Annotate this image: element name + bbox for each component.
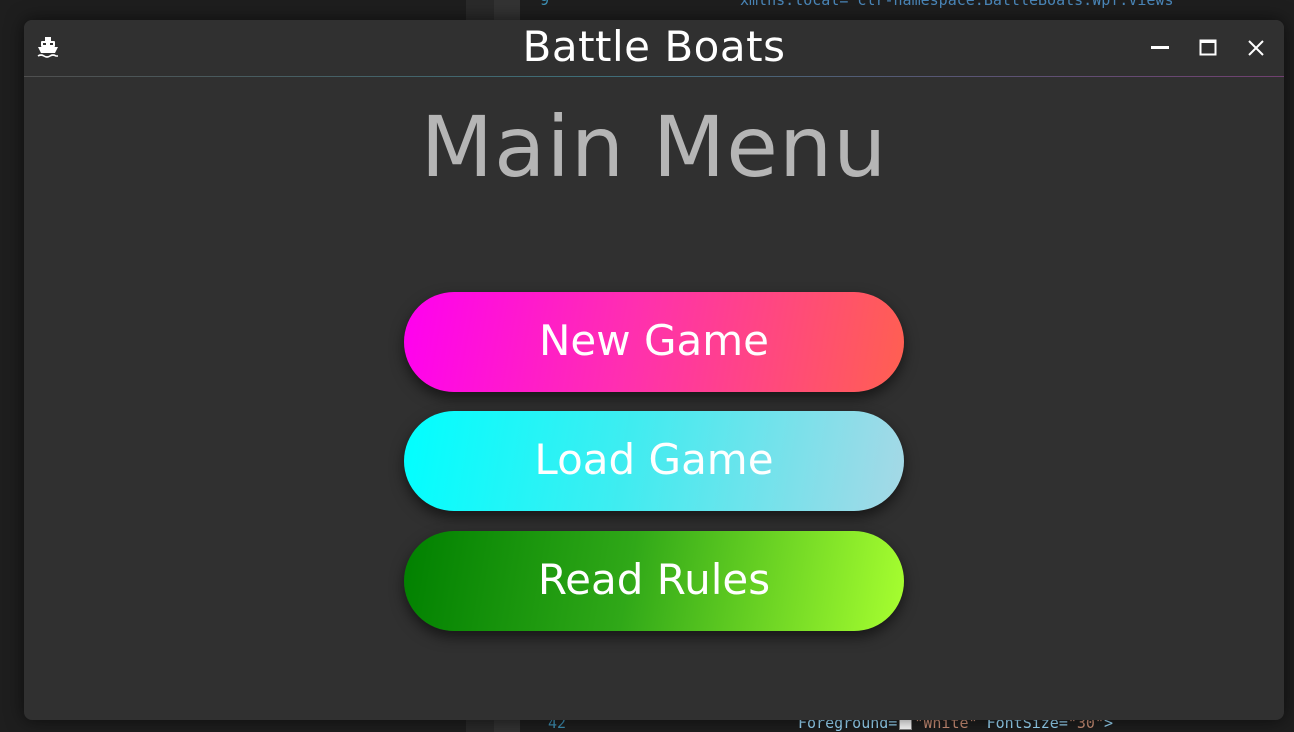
maximize-icon bbox=[1199, 39, 1217, 56]
read-rules-label: Read Rules bbox=[537, 554, 771, 604]
maximize-button[interactable] bbox=[1192, 32, 1224, 64]
close-icon bbox=[1248, 40, 1264, 56]
new-game-button[interactable]: New Game bbox=[404, 292, 904, 392]
title-divider bbox=[24, 76, 1284, 77]
load-game-label: Load Game bbox=[534, 434, 774, 484]
minimize-button[interactable] bbox=[1144, 32, 1176, 64]
ide-code-line: xmlns:local="clr-namespace:BattleBoats.W… bbox=[740, 0, 1183, 9]
title-bar[interactable]: Battle Boats bbox=[24, 20, 1284, 76]
page-title: Main Menu bbox=[420, 98, 888, 196]
window-title: Battle Boats bbox=[522, 22, 786, 71]
close-button[interactable] bbox=[1240, 32, 1272, 64]
minimize-icon bbox=[1151, 46, 1169, 49]
app-window: Battle Boats Main Menu New Game Load Gam… bbox=[24, 20, 1284, 720]
load-game-button[interactable]: Load Game bbox=[404, 411, 904, 511]
read-rules-button[interactable]: Read Rules bbox=[404, 531, 904, 631]
desktop-background: 9 xmlns:local="clr-namespace:BattleBoats… bbox=[0, 0, 1294, 732]
ide-line-number: 9 bbox=[540, 0, 550, 9]
new-game-label: New Game bbox=[539, 315, 769, 365]
